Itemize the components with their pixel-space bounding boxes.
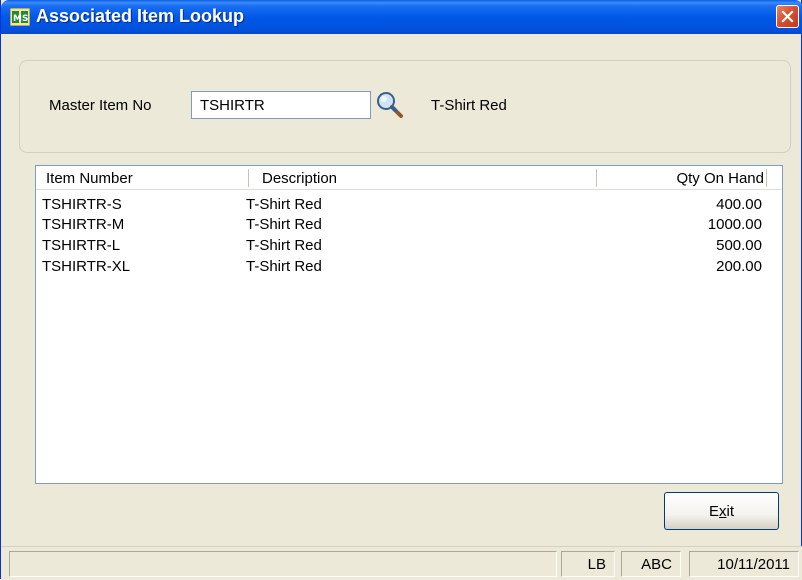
status-message-panel bbox=[9, 551, 557, 577]
item-number-cell: TSHIRTR-XL bbox=[42, 258, 131, 275]
table-row[interactable]: TSHIRTR-M T-Shirt Red 1000.00 bbox=[36, 216, 782, 235]
table-row[interactable]: TSHIRTR-S T-Shirt Red 400.00 bbox=[36, 196, 782, 215]
status-bar: LB ABC 10/11/2011 bbox=[1, 546, 802, 580]
qty-cell: 200.00 bbox=[716, 258, 762, 275]
status-company: ABC bbox=[641, 556, 672, 573]
list-header: Item Number Description Qty On Hand bbox=[36, 166, 782, 190]
close-button[interactable] bbox=[776, 5, 799, 28]
description-cell: T-Shirt Red bbox=[246, 258, 322, 275]
description-cell: T-Shirt Red bbox=[246, 196, 322, 213]
column-divider[interactable] bbox=[248, 169, 249, 187]
magnifier-icon bbox=[377, 92, 403, 118]
master-item-input[interactable] bbox=[191, 91, 371, 119]
qty-cell: 500.00 bbox=[716, 237, 762, 254]
qty-cell: 400.00 bbox=[716, 196, 762, 213]
item-number-cell: TSHIRTR-M bbox=[42, 216, 125, 233]
lookup-button[interactable] bbox=[374, 90, 406, 120]
column-header-item-number[interactable]: Item Number bbox=[46, 170, 133, 187]
column-header-qty-on-hand[interactable]: Qty On Hand bbox=[676, 170, 764, 187]
table-row[interactable]: TSHIRTR-XL T-Shirt Red 200.00 bbox=[36, 258, 782, 277]
status-company-panel: ABC bbox=[621, 551, 681, 577]
status-date: 10/11/2011 bbox=[717, 556, 790, 573]
window-title: Associated Item Lookup bbox=[36, 6, 245, 26]
associated-items-list[interactable]: Item Number Description Qty On Hand TSHI… bbox=[35, 165, 783, 484]
status-user: LB bbox=[587, 556, 606, 573]
description-cell: T-Shirt Red bbox=[246, 216, 322, 233]
exit-button[interactable]: Exit bbox=[664, 492, 779, 530]
exit-label-pre: E bbox=[708, 502, 719, 520]
qty-cell: 1000.00 bbox=[707, 216, 762, 233]
lookup-window: M S Associated Item Lookup Master Item N… bbox=[0, 0, 802, 580]
close-icon bbox=[781, 10, 794, 23]
exit-label-post: it bbox=[726, 502, 735, 520]
master-item-label: Master Item No bbox=[49, 97, 152, 114]
column-divider[interactable] bbox=[596, 169, 597, 187]
exit-label-mnemonic: x bbox=[719, 502, 727, 520]
master-item-description: T-Shirt Red bbox=[431, 97, 507, 114]
svg-text:M: M bbox=[13, 14, 22, 24]
status-user-panel: LB bbox=[561, 551, 615, 577]
item-number-cell: TSHIRTR-S bbox=[42, 196, 122, 213]
table-row[interactable]: TSHIRTR-L T-Shirt Red 500.00 bbox=[36, 237, 782, 256]
title-bar[interactable]: M S Associated Item Lookup bbox=[1, 0, 802, 34]
status-date-panel: 10/11/2011 bbox=[689, 551, 799, 577]
column-header-description[interactable]: Description bbox=[262, 170, 337, 187]
description-cell: T-Shirt Red bbox=[246, 237, 322, 254]
svg-text:S: S bbox=[22, 14, 28, 24]
column-divider[interactable] bbox=[766, 169, 767, 187]
item-number-cell: TSHIRTR-L bbox=[42, 237, 121, 254]
sage-app-icon: M S bbox=[10, 8, 30, 26]
